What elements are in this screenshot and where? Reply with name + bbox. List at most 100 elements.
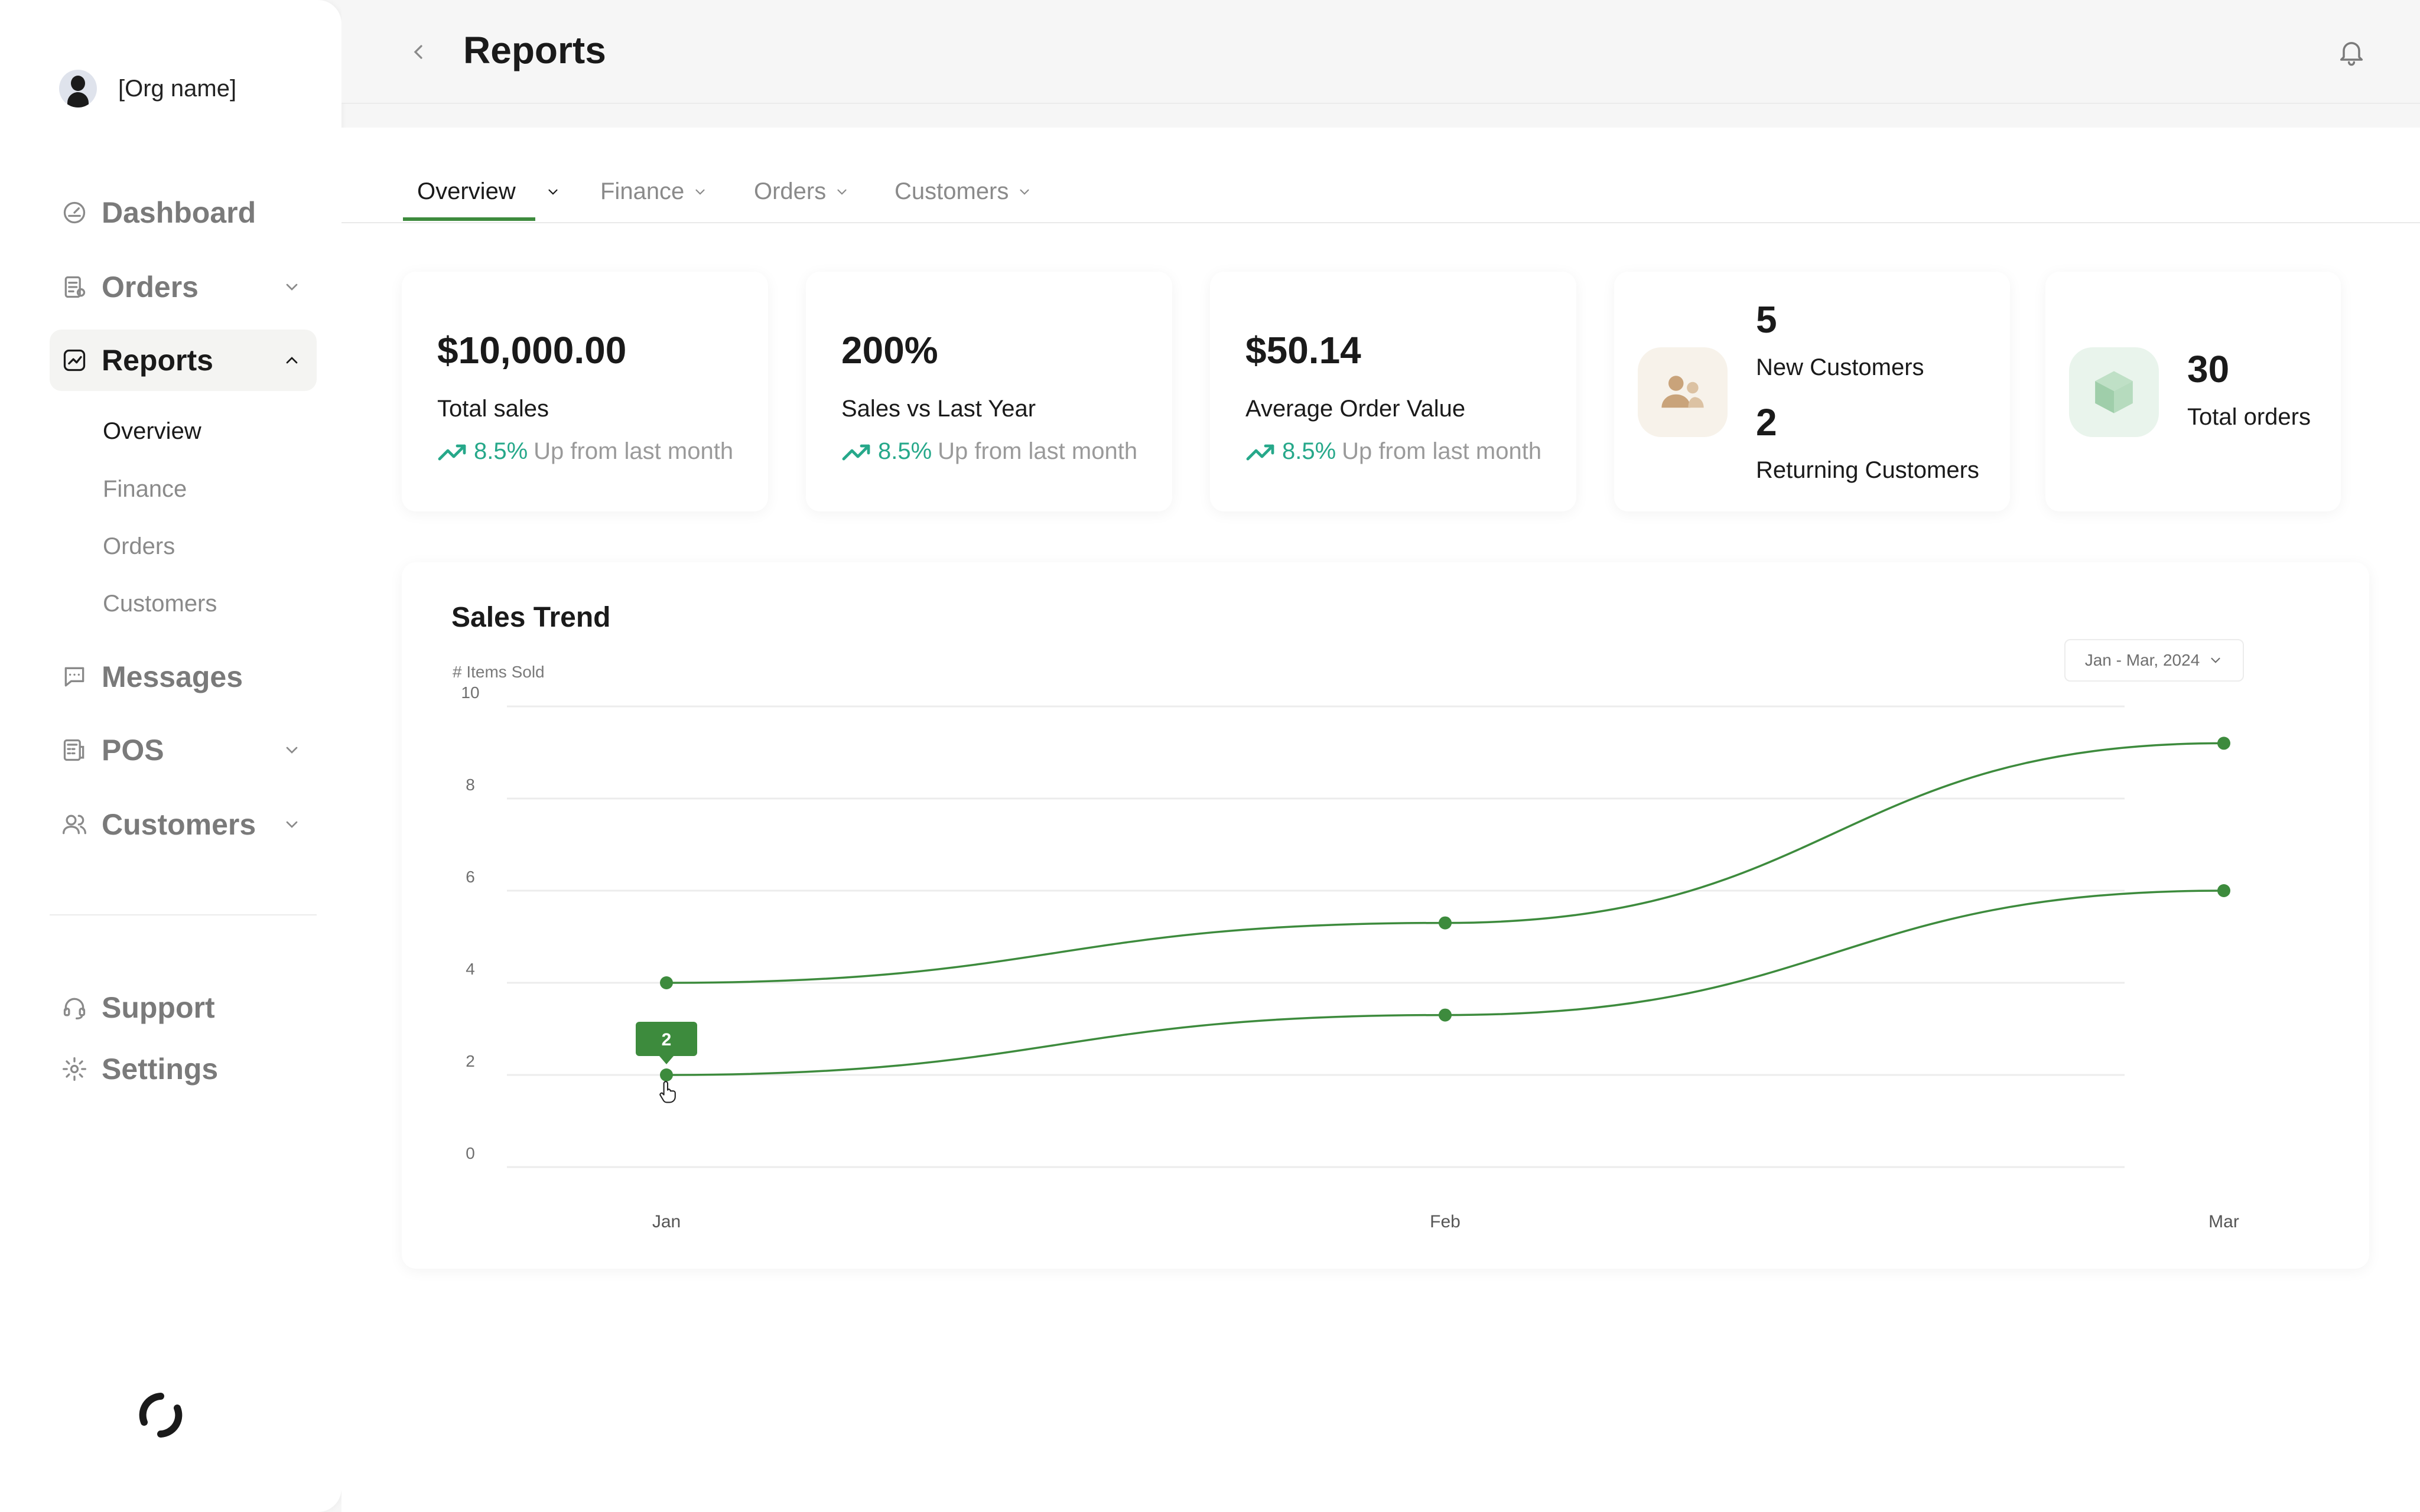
sub-item-overview[interactable]: Overview [103,418,201,445]
nav-item-reports[interactable]: Reports [50,330,317,391]
sub-item-orders[interactable]: Orders [103,533,175,560]
nav-label-support: Support [102,991,215,1024]
tab-label: Customers [895,178,1009,204]
nav-label-pos: POS [102,734,164,767]
back-arrow-icon[interactable] [406,40,430,64]
returning-customers-label: Returning Customers [1756,457,1979,483]
data-point [1439,916,1452,930]
orders-icon-badge [2069,347,2159,437]
report-tabs: Overview Finance Orders Customers [341,128,2420,223]
stat-trend-pct: 8.5% [878,438,932,464]
sidebar: [Org name] Dashboard Orders Reports Over… [0,0,341,1512]
returning-customers-count: 2 [1756,401,1777,444]
nav-item-support[interactable]: Support [50,977,317,1038]
stat-value: 200% [841,329,938,372]
new-customers-label: New Customers [1756,354,1924,380]
tab-overview[interactable]: Overview [417,178,561,222]
sub-item-customers[interactable]: Customers [103,591,217,617]
total-orders-label: Total orders [2187,404,2311,430]
chevron-down-icon [837,189,847,195]
nav-label-reports: Reports [102,344,213,377]
y-tick-label: 2 [466,1052,475,1070]
stat-trend-pct: 8.5% [474,438,528,464]
stat-card-sales-vs-last-year: 200% Sales vs Last Year 8.5% Up from las… [806,272,1172,511]
y-tick-label: 4 [466,960,475,978]
nav-label-dashboard: Dashboard [102,196,256,229]
nav-label-settings: Settings [102,1052,219,1086]
nav-item-messages[interactable]: Messages [50,646,317,708]
y-tick-label: 6 [466,868,475,886]
nav-item-customers[interactable]: Customers [50,794,317,855]
chevron-down-icon [695,189,705,195]
data-point [1439,1008,1452,1022]
data-point [660,976,673,989]
nav-item-dashboard[interactable]: Dashboard [50,182,317,243]
receipt-icon [59,272,90,302]
calculator-icon [59,735,90,765]
chevron-up-icon [286,357,298,364]
y-tick-label: 8 [466,775,475,794]
stat-trend-text: Up from last month [534,438,734,464]
nav-label-orders: Orders [102,271,199,304]
stat-trend-text: Up from last month [938,438,1138,464]
data-point [2217,884,2230,897]
y-tick-label: 10 [461,683,479,702]
stat-label: Sales vs Last Year [841,396,1036,422]
main-panel: Overview Finance Orders Customers $10,00… [341,128,2420,1512]
tab-customers[interactable]: Customers [895,178,1032,222]
x-tick-label: Feb [1430,1212,1461,1231]
series-line [666,742,2224,984]
y-tick-label: 0 [466,1144,475,1162]
page-title: Reports [463,29,606,71]
tab-label: Overview [417,178,516,204]
chart-line-icon [59,345,90,376]
trending-up-icon [842,444,870,460]
top-header: Reports [341,0,2420,104]
x-tick-label: Jan [652,1212,681,1231]
org-name: [Org name] [118,75,237,102]
x-tick-label: Mar [2208,1212,2239,1231]
stat-card-customers: 5 New Customers 2 Returning Customers [1614,272,2010,511]
tab-orders[interactable]: Orders [754,178,850,222]
stat-trend: 8.5% Up from last month [1245,438,1541,465]
cursor-hand-icon [659,1081,676,1103]
nav-item-pos[interactable]: POS [50,719,317,781]
message-icon [59,662,90,692]
total-orders-count: 30 [2187,348,2230,390]
stat-trend-text: Up from last month [1342,438,1542,464]
org-avatar [59,70,97,107]
sales-trend-chart: 0 2 4 6 8 10 Jan Feb Mar 2 [461,683,2239,1231]
trending-up-icon [438,444,466,460]
headset-icon [59,992,90,1023]
gauge-icon [59,197,90,228]
chevron-down-icon [286,747,298,754]
gear-icon [59,1054,90,1084]
nav-item-settings[interactable]: Settings [50,1038,317,1100]
tab-finance[interactable]: Finance [600,178,708,222]
sales-trend-card: Sales Trend # Items Sold Jan - Mar, 2024… [402,562,2369,1269]
stat-label: Average Order Value [1245,396,1466,422]
active-tab-indicator [403,217,535,221]
customers-icon-badge [1638,347,1728,437]
data-point [660,1068,673,1081]
stat-trend: 8.5% Up from last month [437,438,733,465]
nav-item-orders[interactable]: Orders [50,256,317,318]
brand-logo-icon [139,1393,183,1438]
users-icon [1661,376,1704,408]
data-point [2217,737,2230,750]
chevron-down-icon [548,189,558,195]
stat-trend-pct: 8.5% [1282,438,1336,464]
stat-card-total-orders: 30 Total orders [2045,272,2341,511]
stat-card-average-order-value: $50.14 Average Order Value 8.5% Up from … [1210,272,1576,511]
tab-label: Finance [600,178,685,204]
box-icon [2095,371,2133,413]
users-icon [59,809,90,840]
sub-item-finance[interactable]: Finance [103,476,187,503]
nav-label-messages: Messages [102,660,243,693]
chevron-down-icon [1020,189,1029,195]
org-switcher[interactable]: [Org name] [59,70,236,107]
chevron-down-icon [286,821,298,828]
stat-label: Total sales [437,396,549,422]
tab-label: Orders [754,178,827,204]
bell-icon[interactable] [2336,37,2367,67]
